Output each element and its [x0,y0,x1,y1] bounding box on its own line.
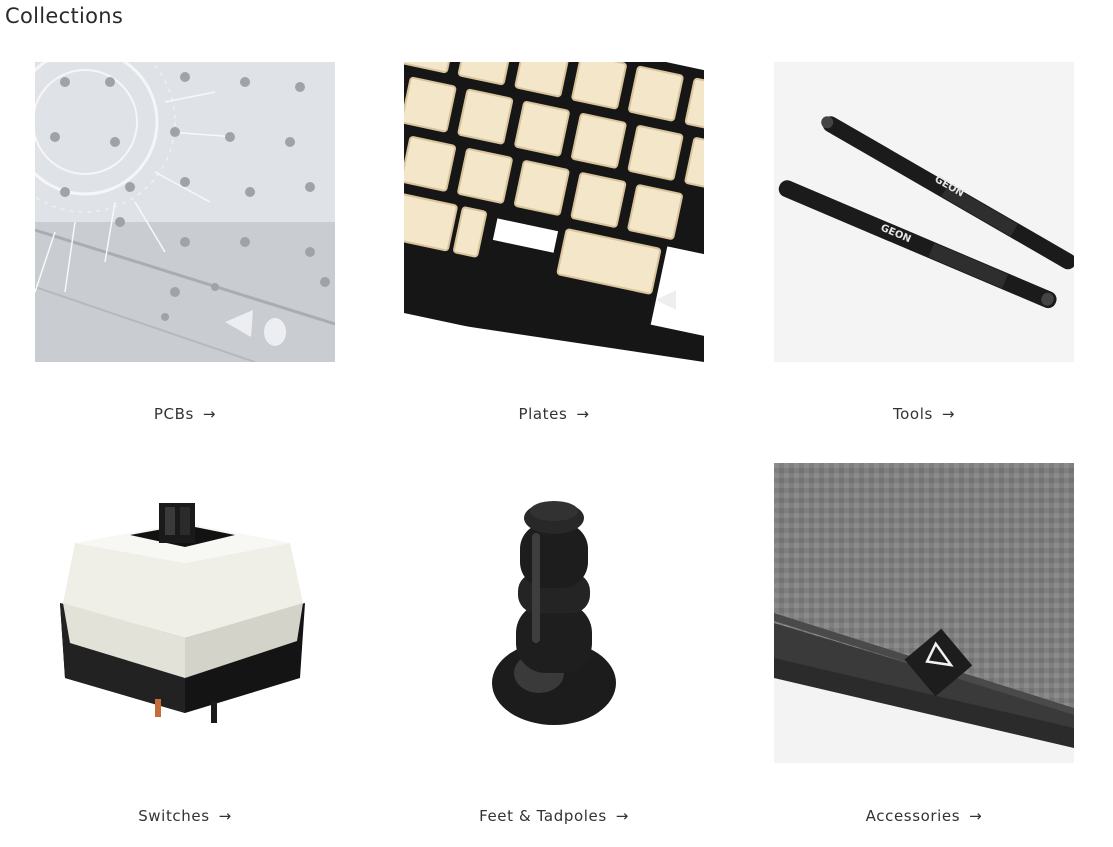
arrow-right-icon: → [202,405,217,423]
collection-title[interactable]: Feet & Tadpoles [479,807,607,825]
collection-title[interactable]: Tools [893,405,933,423]
arrow-right-icon: → [576,405,590,423]
collection-label[interactable]: Accessories → [774,807,1074,825]
collection-card-tools[interactable]: GEON GEON Tools → [774,62,1074,432]
collection-label[interactable]: PCBs → [35,405,335,423]
collection-card-plates[interactable]: Plates → [404,62,704,432]
collection-card-accessories[interactable]: Accessories → [774,463,1074,838]
arrow-right-icon: → [218,807,232,825]
collection-card-pcbs[interactable]: PCBs → [35,62,335,432]
collection-label[interactable]: Feet & Tadpoles → [404,807,704,825]
arrow-right-icon: → [615,807,629,825]
collection-title[interactable]: Plates [518,405,567,423]
arrow-right-icon: → [969,807,983,825]
microfiber-cloth-image[interactable] [774,463,1074,763]
collection-card-feet-tadpoles[interactable]: Feet & Tadpoles → [404,463,704,838]
mechanical-switch-image[interactable] [35,463,335,763]
arrow-right-icon: → [941,405,956,423]
collection-label[interactable]: Tools → [774,405,1074,423]
rubber-foot-image[interactable] [404,463,704,763]
collection-title[interactable]: Accessories [866,807,961,825]
collection-card-switches[interactable]: Switches → [35,463,335,838]
pcb-plate-image[interactable] [35,62,335,362]
page-title: Collections [5,4,124,28]
collection-label[interactable]: Plates → [404,405,704,423]
collection-title[interactable]: Switches [138,807,209,825]
keyboard-plate-image[interactable] [404,62,704,362]
collection-label[interactable]: Switches → [35,807,335,825]
collection-title[interactable]: PCBs [154,405,194,423]
switch-tools-image[interactable]: GEON GEON [774,62,1074,362]
